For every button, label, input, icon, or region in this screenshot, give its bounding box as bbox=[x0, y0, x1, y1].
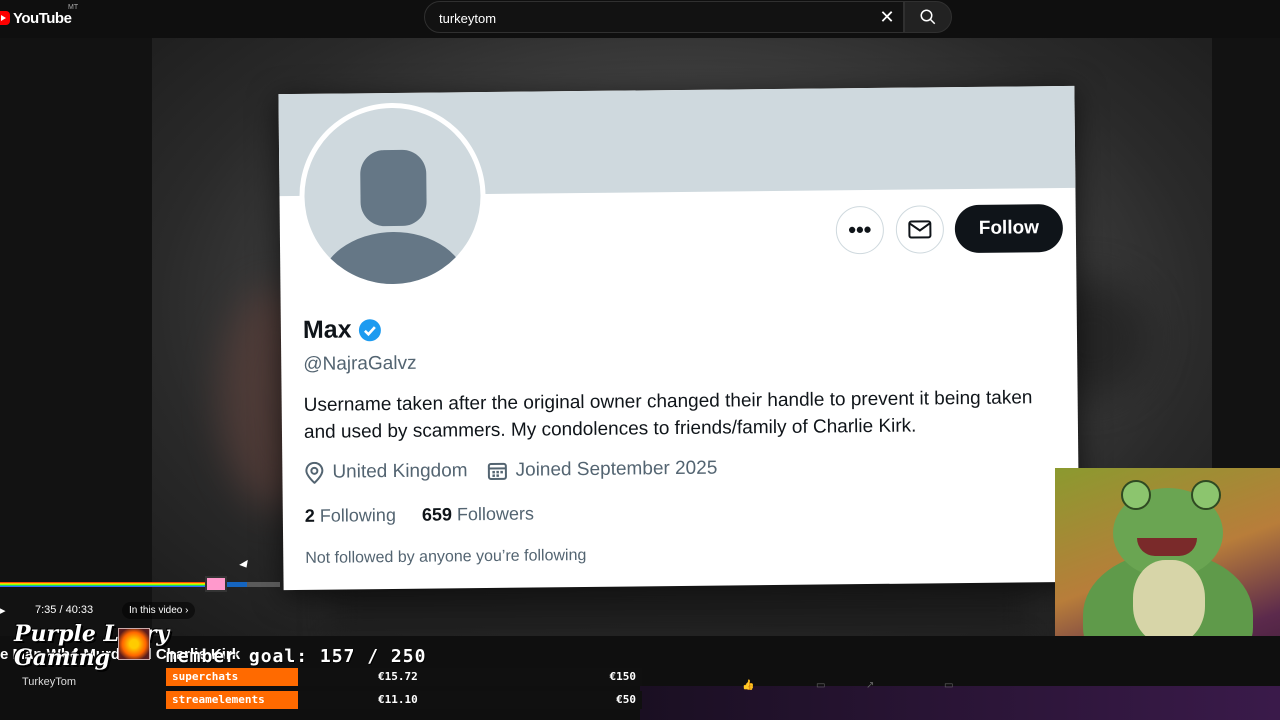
default-avatar-icon bbox=[303, 107, 482, 285]
search-input[interactable] bbox=[437, 2, 861, 34]
message-button bbox=[895, 205, 945, 254]
following-label: Following bbox=[319, 504, 397, 526]
purple-larry-gaming-logo: Purple Larry Gaming bbox=[14, 621, 170, 671]
following-count: 2 bbox=[304, 505, 315, 526]
profile-name: Max bbox=[302, 315, 352, 344]
nyan-cat-scrubber-icon[interactable] bbox=[205, 576, 227, 592]
superchats-amount: €15.72 bbox=[378, 670, 418, 683]
follow-button: Follow bbox=[954, 203, 1064, 254]
mail-icon bbox=[908, 220, 932, 239]
more-options-button: ••• bbox=[835, 205, 885, 255]
search-box bbox=[424, 1, 904, 34]
streamelements-label: streamelements bbox=[166, 691, 298, 709]
flame-icon bbox=[118, 628, 150, 660]
top-bar: YouTube MT ✕ bbox=[0, 0, 1280, 38]
followers-count: 659 bbox=[421, 504, 453, 525]
superchats-target: €150 bbox=[609, 670, 637, 683]
in-this-video-button[interactable]: In this video › bbox=[122, 602, 196, 619]
location-pin-icon bbox=[305, 461, 324, 484]
progress-bar-buffer bbox=[227, 582, 247, 587]
superchats-label: superchats bbox=[166, 668, 298, 686]
save-icon[interactable]: ▭ bbox=[944, 680, 953, 691]
profile-joined-date: Joined September 2025 bbox=[515, 457, 718, 481]
profile-location: United Kingdom bbox=[332, 460, 468, 483]
channel-name[interactable]: TurkeyTom bbox=[22, 676, 76, 688]
verified-badge-icon bbox=[358, 318, 381, 341]
profile-bio: Username taken after the original owner … bbox=[303, 387, 1033, 443]
avatar bbox=[298, 102, 487, 290]
share-icon[interactable]: ↗ bbox=[866, 680, 874, 691]
close-icon[interactable]: ✕ bbox=[876, 6, 898, 28]
follow-counts: 2 Following 659 Followers bbox=[305, 503, 560, 527]
profile-card: ••• Follow Max @NajraGalvz Username take… bbox=[278, 85, 1080, 591]
overlay-purple-strip bbox=[640, 686, 1280, 720]
time-display: 7:35 / 40:33 bbox=[35, 604, 94, 616]
like-icon[interactable]: 👍 bbox=[742, 680, 754, 691]
profile-handle: @NajraGalvz bbox=[303, 352, 417, 375]
dislike-icon[interactable]: ▭ bbox=[816, 680, 825, 691]
streamelements-amount: €11.10 bbox=[378, 693, 418, 706]
youtube-logo[interactable]: YouTube bbox=[0, 8, 72, 28]
calendar-icon bbox=[488, 462, 508, 480]
followers-label: Followers bbox=[456, 503, 535, 525]
member-goal-text: member goal: 157 / 250 bbox=[166, 646, 427, 667]
youtube-play-icon bbox=[0, 11, 10, 25]
superchats-goal-row: superchats €15.72 €150 bbox=[166, 668, 642, 686]
profile-meta: United Kingdom Joined September 2025 bbox=[304, 457, 737, 484]
profile-name-row: Max bbox=[303, 315, 382, 345]
search-icon bbox=[920, 9, 936, 25]
youtube-logo-text: YouTube bbox=[13, 9, 72, 27]
streamelements-target: €50 bbox=[616, 693, 636, 706]
region-code: MT bbox=[68, 4, 79, 11]
progress-bar-fill bbox=[0, 582, 205, 587]
streamelements-goal-row: streamelements €11.10 €50 bbox=[166, 691, 642, 709]
play-button[interactable]: ▸ bbox=[0, 604, 6, 617]
search-button[interactable] bbox=[904, 1, 952, 33]
not-followed-note: Not followed by anyone you’re following bbox=[305, 546, 587, 567]
followers-count-link: 659 Followers bbox=[422, 504, 534, 526]
following-count-link: 2 Following bbox=[305, 505, 396, 527]
